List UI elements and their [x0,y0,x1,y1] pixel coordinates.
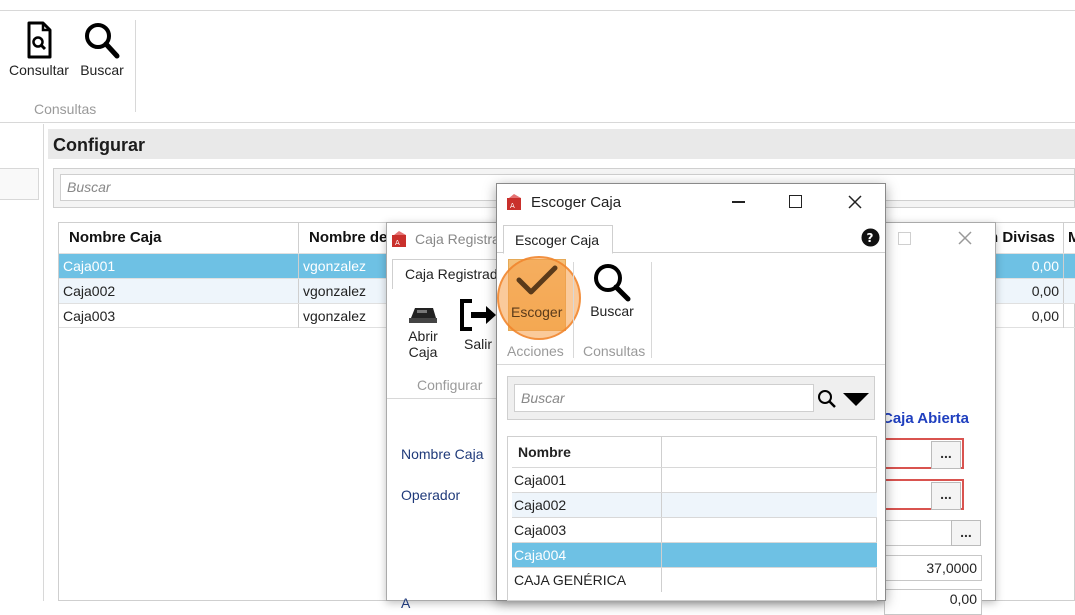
cell-nombre: Caja001 [512,468,662,492]
column-header-nombre-caja[interactable]: Nombre Caja [59,223,299,253]
cell-caja: Caja003 [59,304,299,328]
search-icon[interactable] [816,388,838,410]
tab-label: Escoger Caja [515,232,600,248]
configurar-title: Configurar [53,135,145,155]
minimize-button[interactable] [732,201,745,203]
cash-register-icon [409,308,437,323]
list-item[interactable]: Caja002 [512,492,877,517]
dropdown-arrow-icon[interactable] [841,390,871,408]
acciones-group-label: Acciones [507,343,564,359]
left-panel-border [43,124,44,601]
magnifier-icon [85,23,120,59]
svg-text:A: A [395,239,400,247]
bottom-label: A [401,595,411,611]
cell-nombre: Caja002 [512,493,662,517]
cell-divisas: 0,00 [988,254,1064,278]
list-item-selected[interactable]: Caja004 [512,542,877,567]
buscar-button[interactable]: Buscar [78,20,126,78]
salir-label: Salir [463,336,492,352]
cell-divisas: 0,00 [988,304,1064,328]
document-search-icon [27,21,52,59]
tab-label: Caja Registrad [405,266,498,282]
caja-registradora-title: Caja Registra [415,231,500,247]
operador-lookup-button[interactable]: ... [931,482,961,510]
cell-caja: Caja001 [59,254,299,278]
list-item[interactable]: CAJA GENÉRICA [512,567,877,592]
abrir-caja-button[interactable]: Abrir Caja [402,298,444,360]
buscar-label: Buscar [80,62,124,78]
maximize-button[interactable] [898,232,911,245]
search-placeholder: Buscar [521,390,565,406]
operador-label: Operador [401,487,461,503]
salir-button[interactable]: Salir [458,298,498,352]
tab-caja-registradora[interactable]: Caja Registrad [392,259,502,289]
magnifier-icon [594,264,631,302]
ribbon-separator [135,20,136,112]
back-ribbon-rule [387,398,497,399]
nombre-caja-label: Nombre Caja [401,446,484,462]
list-item[interactable]: Caja001 [512,467,877,492]
column-header-divisas[interactable]: n Divisas [988,223,1064,253]
cajas-list: Nombre Caja001 Caja002 Caja003 Caja004 C… [507,436,877,601]
front-ribbon-rule [497,364,885,365]
top-divider [0,10,1075,11]
svg-text:A: A [510,202,515,210]
tab-escoger-caja[interactable]: Escoger Caja [503,225,613,254]
consultas-group-label: Consultas [34,101,97,117]
ribbon-separator [573,262,574,358]
search-placeholder: Buscar [67,179,111,195]
app-icon: A [392,231,406,247]
cell-divisas: 0,00 [988,279,1064,303]
bottom-field[interactable]: 0,00 [884,589,982,615]
consultar-label: Consultar [9,62,69,78]
checkmark-icon [516,265,558,295]
ribbon-bottom-divider [0,122,1075,123]
escoger-label: Escoger [511,304,563,320]
configurar-group-label: Configurar [417,377,483,393]
consultar-button[interactable]: Consultar [5,20,73,78]
column-header-empty [662,437,877,467]
exit-icon [460,299,496,331]
close-icon[interactable] [847,194,863,210]
help-icon[interactable]: ? [861,228,880,247]
cell-nombre: CAJA GENÉRICA [512,568,662,592]
caja-abierta-status: Caja Abierta [882,410,969,427]
close-icon[interactable] [957,230,973,246]
escoger-caja-title: Escoger Caja [531,194,622,211]
column-header-m[interactable]: M [1064,223,1075,253]
extra-lookup-button[interactable]: ... [951,520,981,546]
cell-nombre: Caja003 [512,518,662,542]
ribbon-separator [651,262,652,358]
buscar-button[interactable]: Buscar [588,261,636,319]
app-icon: A [507,194,521,210]
cell-nombre: Caja004 [512,543,662,567]
left-panel-item[interactable] [0,168,39,200]
consultas-group-label: Consultas [583,343,646,359]
configurar-header [48,129,1075,159]
column-header-nombre[interactable]: Nombre [508,437,662,467]
buscar-label: Buscar [590,303,634,319]
search-input[interactable]: Buscar [514,384,814,412]
extra-field[interactable] [884,520,954,546]
abrir-label: Abrir Caja [408,328,438,360]
rate-field[interactable]: 37,0000 [884,555,982,581]
list-item[interactable]: Caja003 [512,517,877,542]
svg-text:?: ? [867,231,874,245]
nombre-caja-lookup-button[interactable]: ... [931,441,961,469]
maximize-button[interactable] [789,195,802,208]
cell-caja: Caja002 [59,279,299,303]
